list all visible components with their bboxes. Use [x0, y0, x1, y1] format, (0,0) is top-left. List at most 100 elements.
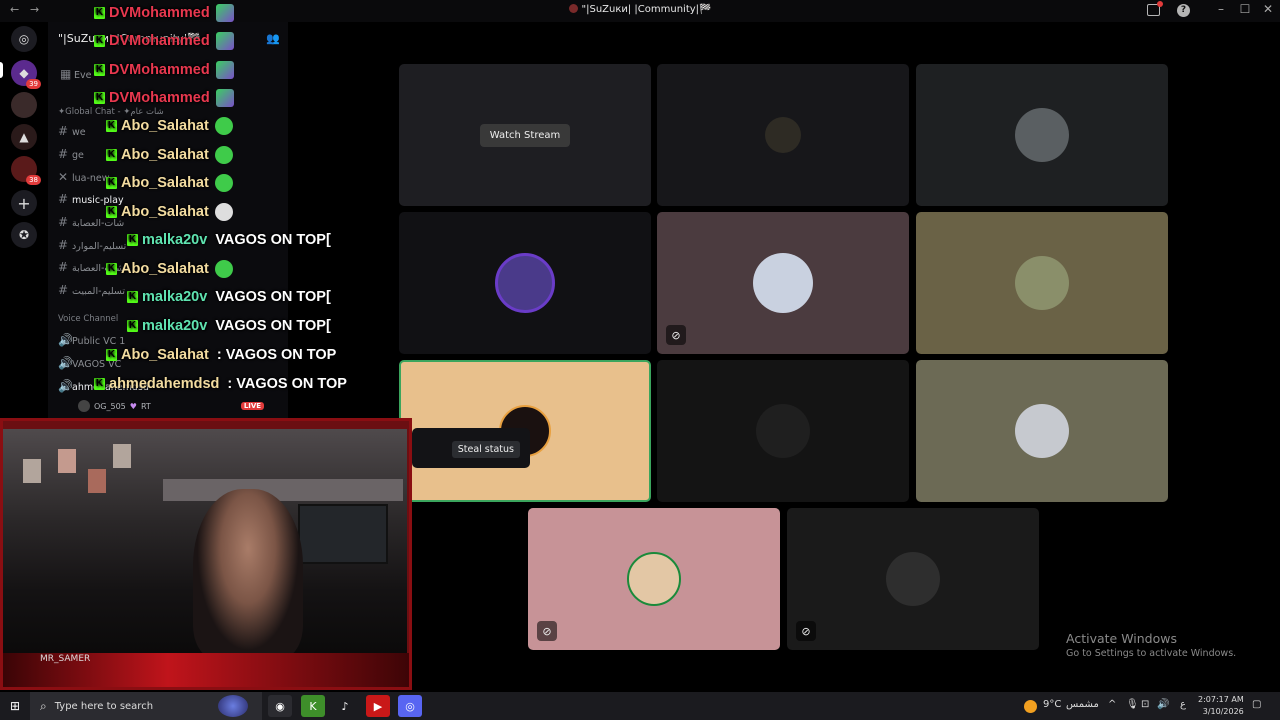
chat-message: K Abo_Salahat: [106, 174, 233, 192]
voice-channel-item[interactable]: 🔊Public VC 1: [58, 333, 125, 347]
weather-text[interactable]: مشمس: [1066, 699, 1099, 710]
help-icon[interactable]: ?: [1177, 4, 1190, 17]
youtube-icon[interactable]: ▶: [366, 695, 390, 717]
clock[interactable]: 2:07:17 AM 3/10/2026: [1198, 694, 1244, 718]
participant-tile[interactable]: [657, 64, 909, 206]
notifications-icon[interactable]: ▢: [1252, 699, 1261, 710]
kick-logo-icon: K: [94, 92, 105, 104]
chat-text: VAGOS ON TOP[: [215, 232, 331, 248]
kick-logo-icon: K: [106, 206, 117, 218]
channel-label: تسليم-المبيت: [72, 286, 125, 297]
emote-icon: [215, 89, 234, 107]
participant-tile[interactable]: ⊘: [657, 212, 909, 354]
minimize-button[interactable]: –: [1211, 2, 1231, 16]
server-icon-red[interactable]: 38: [11, 156, 41, 185]
emote-icon: [214, 174, 233, 192]
avatar: [1015, 404, 1069, 458]
channel-item[interactable]: ✕ lua-new: [58, 170, 110, 184]
channel-label: ge: [72, 150, 84, 161]
weather-sun-icon: [1024, 700, 1037, 713]
stream-tile-preview[interactable]: Watch Stream: [399, 64, 651, 206]
participant-tile[interactable]: [657, 360, 909, 502]
chat-message: K Abo_Salahat: [106, 117, 233, 135]
muted-mic-icon: ⊘: [666, 325, 686, 345]
participant-tile[interactable]: [399, 212, 651, 354]
watch-stream-button[interactable]: Watch Stream: [479, 123, 571, 147]
avatar: [753, 253, 813, 313]
invite-people-icon[interactable]: 👥: [266, 32, 280, 45]
voice-user-name: OG_505: [94, 401, 126, 411]
chat-message: Kahmedahemdsd: VAGOS ON TOP: [94, 376, 347, 392]
nitro-heart-icon: ♥: [129, 401, 137, 411]
discord-taskbar-icon[interactable]: ◎: [398, 695, 422, 717]
kick-logo-icon: K: [127, 320, 138, 332]
microphone-icon[interactable]: 🎙: [1126, 699, 1139, 710]
chat-message: K Abo_Salahat: VAGOS ON TOP: [106, 347, 336, 363]
server-icon-dark[interactable]: [11, 92, 37, 118]
channel-item[interactable]: # we: [58, 124, 86, 138]
discover-compass-icon[interactable]: ✪: [11, 222, 37, 248]
windows-start-icon[interactable]: ⊞: [10, 699, 20, 713]
participant-tile[interactable]: [916, 212, 1168, 354]
streamer-webcam: [0, 418, 412, 690]
kick-app-icon[interactable]: K: [301, 695, 325, 717]
chat-username: Abo_Salahat: [121, 175, 209, 191]
tray-chevron-icon[interactable]: ^: [1108, 699, 1116, 710]
activation-subtitle: Go to Settings to activate Windows.: [1066, 648, 1237, 659]
taskbar: ⊞ ⌕ Type here to search ◉ K ♪ ▶ ◎ 9°C مش…: [0, 692, 1280, 720]
language-indicator[interactable]: ع: [1180, 699, 1186, 710]
volume-icon[interactable]: 🔊: [1157, 699, 1169, 710]
steal-status-tooltip: Steal status: [412, 428, 530, 468]
participant-tile[interactable]: [916, 360, 1168, 502]
chat-message: K Abo_Salahat: [106, 146, 233, 164]
monitor: [298, 504, 388, 564]
channel-item[interactable]: # ge: [58, 147, 84, 161]
chat-username: DVMohammed: [109, 90, 210, 106]
temperature[interactable]: 9°C: [1043, 699, 1061, 710]
server-icon: [568, 4, 578, 13]
emote-icon: [214, 260, 233, 278]
participant-tile[interactable]: [916, 64, 1168, 206]
participant-tile[interactable]: ⊘: [528, 508, 780, 650]
kick-logo-icon: K: [94, 64, 105, 76]
close-button[interactable]: ✕: [1258, 2, 1278, 16]
taskbar-search[interactable]: ⌕ Type here to search: [30, 692, 262, 720]
events-label: Eve: [74, 70, 92, 81]
server-icon-purple[interactable]: ◆ 39: [11, 60, 41, 89]
channel-item[interactable]: # تسليم-الموارد: [58, 238, 126, 252]
user-panel-name[interactable]: MR_SAMER: [40, 654, 90, 664]
chat-username: Abo_Salahat: [121, 147, 209, 163]
steal-status-button[interactable]: Steal status: [451, 441, 520, 458]
mention-badge: 39: [26, 79, 41, 89]
voice-user[interactable]: OG_505 ♥ RT LIVE: [78, 400, 265, 412]
emote-icon: [215, 61, 234, 79]
events-item[interactable]: ▦ Eve: [60, 67, 91, 81]
unread-pill: [0, 62, 3, 78]
muted-mic-icon: ⊘: [537, 621, 557, 641]
chat-username: DVMohammed: [109, 5, 210, 21]
mention-badge: 38: [26, 175, 41, 185]
chat-text: : VAGOS ON TOP: [227, 376, 347, 392]
obs-icon[interactable]: ◉: [268, 695, 292, 717]
kick-logo-icon: K: [106, 149, 117, 161]
network-icon[interactable]: ⊡: [1141, 699, 1149, 710]
chat-username: DVMohammed: [109, 62, 210, 78]
discord-home-icon[interactable]: ◎: [11, 26, 37, 52]
participant-tile[interactable]: ⊘: [787, 508, 1039, 650]
category-voice[interactable]: Voice Channel: [58, 314, 118, 324]
chat-message: Kmalka20v VAGOS ON TOP[: [127, 318, 331, 334]
tiktok-icon[interactable]: ♪: [333, 695, 357, 717]
chat-message: K DVMohammed: [94, 61, 234, 79]
avatar: [756, 404, 810, 458]
chat-username: ahmedahemdsd: [109, 376, 220, 392]
windows-activation-watermark: Activate Windows Go to Settings to activ…: [1066, 631, 1236, 659]
add-server-icon[interactable]: +: [11, 190, 37, 216]
streamer: [193, 489, 303, 659]
server-icon-fire[interactable]: ▲: [11, 124, 37, 150]
category-global-chat[interactable]: ✦Global Chat - ✦شات عام: [58, 107, 164, 117]
inbox-icon[interactable]: [1147, 1, 1163, 16]
kick-logo-icon: K: [127, 234, 138, 246]
maximize-button[interactable]: ☐: [1235, 2, 1255, 16]
channel-item[interactable]: # تسليم-المبيت: [58, 283, 125, 297]
window-title-text: "|SuZuки| |Community|🏁: [581, 4, 712, 15]
